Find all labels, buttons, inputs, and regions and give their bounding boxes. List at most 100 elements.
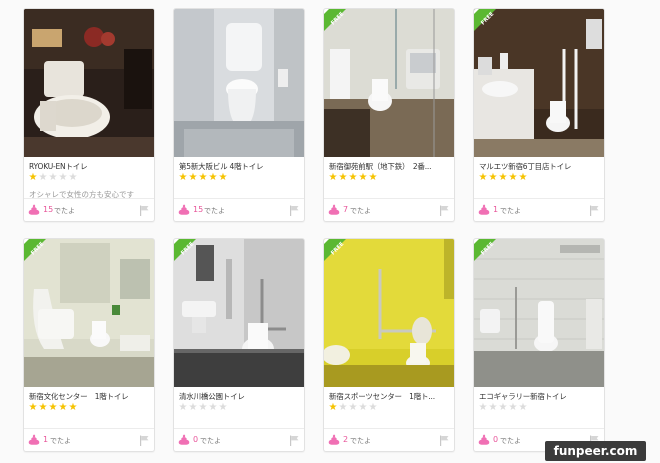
star-empty-icon: ★ [338, 402, 348, 413]
star-empty-icon: ★ [68, 172, 78, 183]
star-rating: ★ ★ ★ ★ ★ [478, 173, 528, 183]
star-rating: ★ ★ ★ ★ ★ [28, 403, 78, 413]
toilet-card[interactable]: FREE 新宿御苑前駅（地下鉄） 2番... ★ ★ ★ ★ ★ 7 でたよ [323, 8, 455, 222]
toilet-card[interactable]: FREE 新宿スポーツセンター 1階ト... ★ ★ ★ ★ ★ 2 でたよ [323, 238, 455, 452]
visit-count: 1 [43, 435, 49, 444]
free-badge: FREE [174, 239, 196, 261]
flag-icon[interactable] [439, 435, 449, 446]
star-filled-icon: ★ [358, 172, 368, 183]
star-filled-icon: ★ [328, 172, 338, 183]
toilet-card[interactable]: 第5新大阪ビル 4階トイレ ★ ★ ★ ★ ★ 15 でたよ [173, 8, 305, 222]
star-empty-icon: ★ [38, 172, 48, 183]
star-filled-icon: ★ [498, 172, 508, 183]
toilet-title[interactable]: RYOKU-ENトイレ [29, 161, 151, 172]
toilet-title[interactable]: 第5新大阪ビル 4階トイレ [179, 161, 301, 172]
visit-count-unit: でたよ [204, 207, 225, 215]
free-badge: FREE [24, 239, 46, 261]
visit-count-unit: でたよ [50, 437, 71, 445]
visit-count: 0 [193, 435, 199, 444]
card-footer: 7 でたよ [324, 198, 454, 221]
star-filled-icon: ★ [198, 172, 208, 183]
flag-icon[interactable] [589, 205, 599, 216]
star-filled-icon: ★ [68, 402, 78, 413]
star-empty-icon: ★ [478, 402, 488, 413]
toilet-title[interactable]: マルエツ新宿6丁目店トイレ [479, 161, 601, 172]
star-filled-icon: ★ [508, 172, 518, 183]
star-rating: ★ ★ ★ ★ ★ [178, 173, 228, 183]
toilet-card[interactable]: FREE エコギャラリー新宿トイレ ★ ★ ★ ★ ★ 0 でたよ [473, 238, 605, 452]
toilet-title[interactable]: 新宿スポーツセンター 1階ト... [329, 391, 451, 402]
star-filled-icon: ★ [188, 172, 198, 183]
star-filled-icon: ★ [478, 172, 488, 183]
star-empty-icon: ★ [208, 402, 218, 413]
flag-icon[interactable] [139, 205, 149, 216]
visit-count: 2 [343, 435, 349, 444]
visit-count: 7 [343, 205, 349, 214]
toilet-title[interactable]: 清水川橋公園トイレ [179, 391, 301, 402]
visit-count: 0 [493, 435, 499, 444]
card-footer: 1 でたよ [474, 198, 604, 221]
star-filled-icon: ★ [328, 402, 338, 413]
star-filled-icon: ★ [28, 402, 38, 413]
card-footer: 1 でたよ [24, 428, 154, 451]
poop-icon [328, 434, 340, 445]
free-badge: FREE [474, 9, 496, 31]
star-rating: ★ ★ ★ ★ ★ [478, 403, 528, 413]
star-empty-icon: ★ [178, 402, 188, 413]
toilet-title[interactable]: 新宿文化センター 1階トイレ [29, 391, 151, 402]
visit-count-unit: でたよ [350, 207, 371, 215]
star-rating: ★ ★ ★ ★ ★ [328, 403, 378, 413]
toilet-card[interactable]: RYOKU-ENトイレ ★ ★ ★ ★ ★ オシャレで女性の方も安心です 15 でたよ [23, 8, 155, 222]
flag-icon[interactable] [139, 435, 149, 446]
visit-count-unit: でたよ [54, 207, 75, 215]
star-rating: ★ ★ ★ ★ ★ [28, 173, 78, 183]
visit-count-unit: でたよ [350, 437, 371, 445]
free-badge: FREE [324, 9, 346, 31]
toilet-photo[interactable] [24, 9, 154, 157]
poop-icon [28, 434, 40, 445]
star-filled-icon: ★ [178, 172, 188, 183]
visit-count: 1 [493, 205, 499, 214]
poop-icon [328, 204, 340, 215]
poop-icon [478, 204, 490, 215]
card-footer: 2 でたよ [324, 428, 454, 451]
star-filled-icon: ★ [208, 172, 218, 183]
visit-count-unit: でたよ [500, 207, 521, 215]
toilet-photo[interactable] [174, 9, 304, 157]
toilet-card[interactable]: FREE 清水川橋公園トイレ ★ ★ ★ ★ ★ 0 でたよ [173, 238, 305, 452]
free-badge: FREE [324, 239, 346, 261]
star-empty-icon: ★ [358, 402, 368, 413]
toilet-card[interactable]: FREE 新宿文化センター 1階トイレ ★ ★ ★ ★ ★ 1 でたよ [23, 238, 155, 452]
star-filled-icon: ★ [368, 172, 378, 183]
star-empty-icon: ★ [508, 402, 518, 413]
poop-icon [28, 204, 40, 215]
free-badge: FREE [474, 239, 496, 261]
toilet-title[interactable]: エコギャラリー新宿トイレ [479, 391, 601, 402]
flag-icon[interactable] [289, 205, 299, 216]
star-filled-icon: ★ [58, 402, 68, 413]
poop-icon [478, 434, 490, 445]
star-empty-icon: ★ [348, 402, 358, 413]
card-footer: 15 でたよ [24, 198, 154, 221]
star-empty-icon: ★ [518, 402, 528, 413]
star-filled-icon: ★ [218, 172, 228, 183]
card-footer: 15 でたよ [174, 198, 304, 221]
star-empty-icon: ★ [218, 402, 228, 413]
flag-icon[interactable] [439, 205, 449, 216]
visit-count: 15 [43, 205, 54, 214]
star-empty-icon: ★ [48, 172, 58, 183]
site-watermark: funpeer.com [545, 441, 646, 461]
toilet-card[interactable]: FREE マルエツ新宿6丁目店トイレ ★ ★ ★ ★ ★ 1 でたよ [473, 8, 605, 222]
poop-icon [178, 204, 190, 215]
visit-count-unit: でたよ [200, 437, 221, 445]
visit-count-unit: でたよ [500, 437, 521, 445]
toilet-title[interactable]: 新宿御苑前駅（地下鉄） 2番... [329, 161, 451, 172]
visit-count: 15 [193, 205, 204, 214]
flag-icon[interactable] [289, 435, 299, 446]
star-rating: ★ ★ ★ ★ ★ [328, 173, 378, 183]
star-empty-icon: ★ [488, 402, 498, 413]
star-filled-icon: ★ [48, 402, 58, 413]
star-empty-icon: ★ [188, 402, 198, 413]
star-filled-icon: ★ [488, 172, 498, 183]
star-filled-icon: ★ [518, 172, 528, 183]
